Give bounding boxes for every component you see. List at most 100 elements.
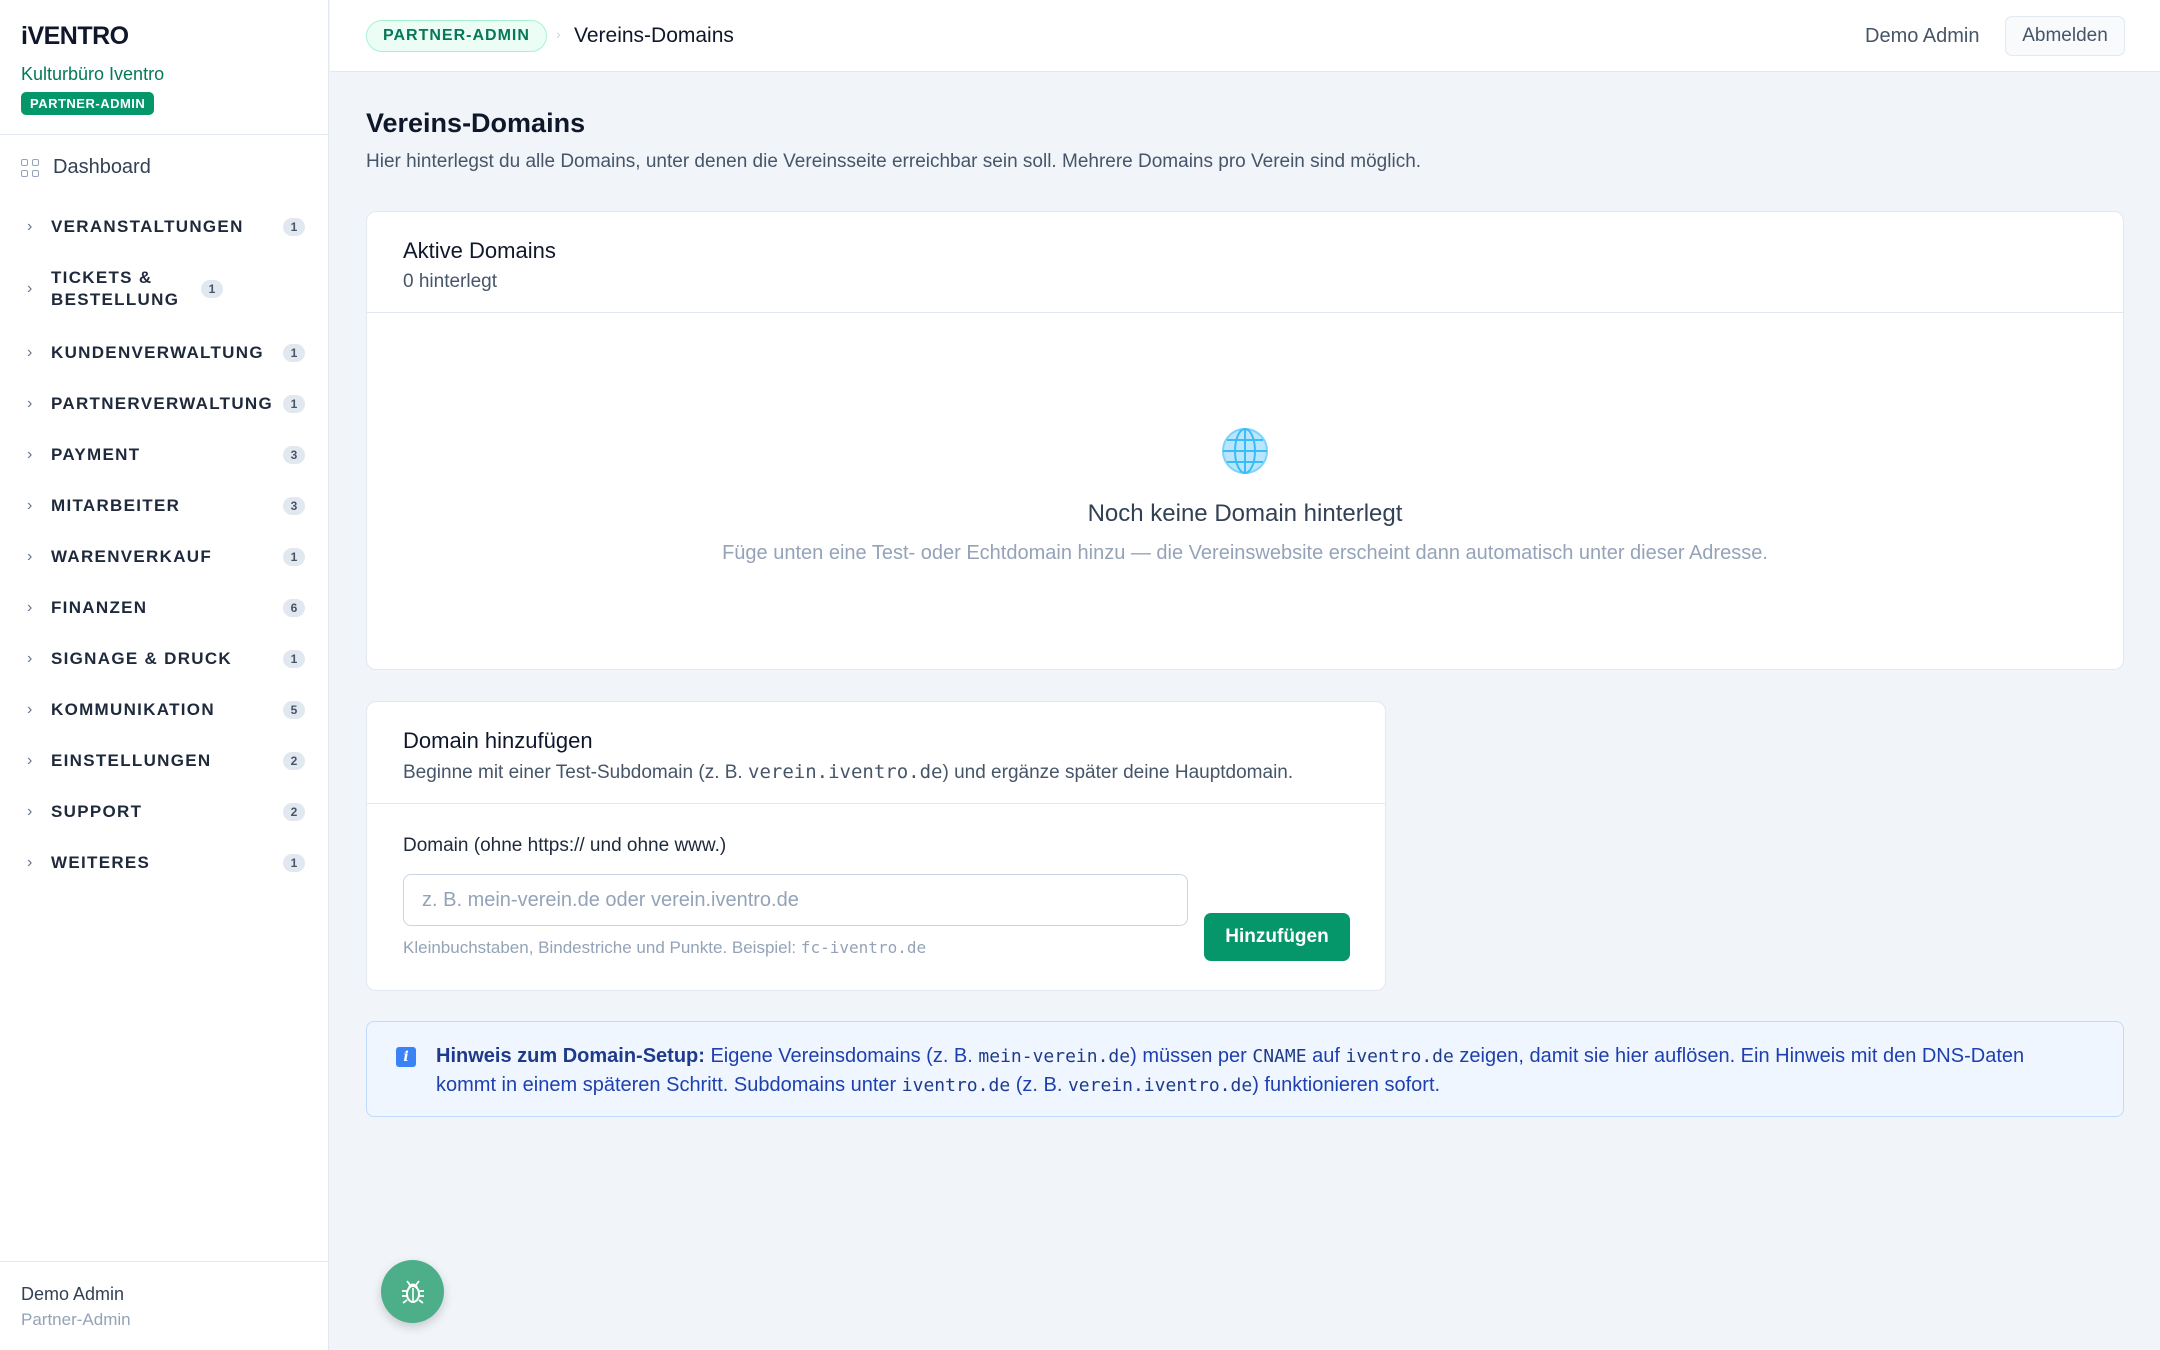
empty-state-title: Noch keine Domain hinterlegt bbox=[1087, 500, 1403, 527]
sidebar-item-payment[interactable]: › PAYMENT 3 bbox=[21, 444, 305, 466]
subtitle-text: ) und ergänze später deine Hauptdomain. bbox=[942, 762, 1294, 783]
chevron-right-icon: › bbox=[27, 218, 33, 235]
card-subtitle: Beginne mit einer Test-Subdomain (z. B. … bbox=[403, 760, 1349, 785]
count-badge: 2 bbox=[283, 803, 305, 821]
sidebar-item-label: MITARBEITER bbox=[51, 496, 181, 515]
count-badge: 3 bbox=[283, 497, 305, 515]
breadcrumb-title: Vereins-Domains bbox=[574, 24, 734, 47]
sidebar-item-signage-druck[interactable]: › SIGNAGE & DRUCK 1 bbox=[21, 648, 305, 670]
breadcrumb-separator: › bbox=[556, 26, 561, 42]
brand-logo[interactable]: iVENTRO bbox=[21, 22, 307, 50]
card-title: Aktive Domains bbox=[403, 238, 556, 263]
sidebar: iVENTRO Kulturbüro Iventro PARTNER-ADMIN… bbox=[0, 0, 329, 1350]
domain-help-text: Kleinbuchstaben, Bindestriche und Punkte… bbox=[403, 938, 926, 958]
sidebar-item-label: VERANSTALTUNGEN bbox=[51, 217, 244, 236]
sidebar-item-finanzen[interactable]: › FINANZEN 6 bbox=[21, 597, 305, 619]
sidebar-item-label: KUNDENVERWALTUNG bbox=[51, 343, 264, 362]
subtitle-code: verein.iventro.de bbox=[748, 761, 943, 783]
page-title: Vereins-Domains bbox=[366, 108, 586, 138]
count-badge: 2 bbox=[283, 752, 305, 770]
notice-heading: Hinweis zum Domain-Setup: bbox=[436, 1045, 705, 1067]
sidebar-item-label: KOMMUNIKATION bbox=[51, 700, 215, 719]
sidebar-item-partnerverwaltung[interactable]: › PARTNERVERWALTUNG 1 bbox=[21, 393, 305, 415]
domain-setup-notice: i Hinweis zum Domain-Setup: Eigene Verei… bbox=[366, 1021, 2124, 1117]
sidebar-item-support[interactable]: › SUPPORT 2 bbox=[21, 801, 305, 823]
bug-report-button[interactable] bbox=[381, 1260, 444, 1323]
sidebar-item-weiteres[interactable]: › WEITERES 1 bbox=[21, 852, 305, 874]
sidebar-item-label: SUPPORT bbox=[51, 802, 143, 821]
add-domain-card: Domain hinzufügen Beginne mit einer Test… bbox=[366, 701, 1386, 991]
chevron-right-icon: › bbox=[27, 395, 33, 412]
count-badge: 1 bbox=[283, 650, 305, 668]
notice-text: (z. B. bbox=[1010, 1074, 1068, 1096]
add-domain-button[interactable]: Hinzufügen bbox=[1204, 913, 1350, 961]
help-code: fc-iventro.de bbox=[800, 938, 927, 957]
notice-text: ) funktionieren sofort. bbox=[1252, 1074, 1441, 1096]
sidebar-item-dashboard[interactable]: Dashboard bbox=[21, 156, 151, 179]
chevron-right-icon: › bbox=[27, 803, 33, 820]
count-badge: 6 bbox=[283, 599, 305, 617]
info-icon: i bbox=[396, 1047, 416, 1067]
count-badge: 1 bbox=[201, 280, 223, 298]
count-badge: 1 bbox=[283, 548, 305, 566]
chevron-right-icon: › bbox=[27, 280, 33, 297]
chevron-right-icon: › bbox=[27, 548, 33, 565]
sidebar-item-label: SIGNAGE & DRUCK bbox=[51, 649, 233, 668]
sidebar-item-kundenverwaltung[interactable]: › KUNDENVERWALTUNG 1 bbox=[21, 342, 305, 364]
user-role: Partner-Admin bbox=[21, 1310, 131, 1329]
count-badge: 1 bbox=[283, 218, 305, 236]
page-description: Hier hinterlegst du alle Domains, unter … bbox=[366, 151, 1422, 172]
sidebar-item-label: TICKETS & BESTELLUNG bbox=[51, 268, 180, 309]
sidebar-item-einstellungen[interactable]: › EINSTELLUNGEN 2 bbox=[21, 750, 305, 772]
sidebar-item-veranstaltungen[interactable]: › VERANSTALTUNGEN 1 bbox=[21, 216, 305, 238]
active-domains-card: Aktive Domains 0 hinterlegt Noch keine D… bbox=[366, 211, 2124, 670]
count-badge: 5 bbox=[283, 701, 305, 719]
chevron-right-icon: › bbox=[27, 650, 33, 667]
chevron-right-icon: › bbox=[27, 344, 33, 361]
chevron-right-icon: › bbox=[27, 854, 33, 871]
count-badge: 3 bbox=[283, 446, 305, 464]
subtitle-text: Beginne mit einer Test-Subdomain (z. B. bbox=[403, 762, 748, 783]
grid-icon bbox=[21, 158, 39, 177]
globe-icon bbox=[1222, 428, 1268, 474]
card-header: Domain hinzufügen Beginne mit einer Test… bbox=[367, 702, 1385, 804]
sidebar-item-label: PARTNERVERWALTUNG bbox=[51, 394, 274, 413]
chevron-right-icon: › bbox=[27, 599, 33, 616]
sidebar-user-footer: Demo Admin Partner-Admin bbox=[0, 1261, 329, 1350]
organization-name: Kulturbüro Iventro bbox=[21, 64, 165, 84]
sidebar-item-label: WARENVERKAUF bbox=[51, 547, 213, 566]
logout-button[interactable]: Abmelden bbox=[2005, 16, 2125, 56]
notice-text: auf bbox=[1306, 1045, 1346, 1067]
sidebar-item-kommunikation[interactable]: › KOMMUNIKATION 5 bbox=[21, 699, 305, 721]
sidebar-item-mitarbeiter[interactable]: › MITARBEITER 3 bbox=[21, 495, 305, 517]
count-badge: 1 bbox=[283, 395, 305, 413]
chevron-right-icon: › bbox=[27, 497, 33, 514]
help-text: Kleinbuchstaben, Bindestriche und Punkte… bbox=[403, 938, 801, 957]
count-badge: 1 bbox=[283, 854, 305, 872]
chevron-right-icon: › bbox=[27, 446, 33, 463]
brand-block: iVENTRO Kulturbüro Iventro PARTNER-ADMIN bbox=[0, 0, 328, 135]
chevron-right-icon: › bbox=[27, 701, 33, 718]
chevron-right-icon: › bbox=[27, 752, 33, 769]
notice-code: verein.iventro.de bbox=[1067, 1075, 1253, 1096]
notice-text: Eigene Vereinsdomains (z. B. bbox=[704, 1045, 979, 1067]
user-name: Demo Admin bbox=[21, 1284, 125, 1304]
role-badge: PARTNER-ADMIN bbox=[21, 92, 155, 115]
notice-text: ) müssen per bbox=[1130, 1045, 1253, 1067]
card-header: Aktive Domains 0 hinterlegt bbox=[367, 212, 2123, 313]
sidebar-item-warenverkauf[interactable]: › WARENVERKAUF 1 bbox=[21, 546, 305, 568]
sidebar-item-label: Dashboard bbox=[53, 156, 151, 178]
notice-code: mein-verein.de bbox=[978, 1046, 1131, 1067]
domain-field-label: Domain (ohne https:// und ohne www.) bbox=[403, 835, 727, 856]
current-user: Demo Admin bbox=[1865, 25, 1980, 47]
notice-code: iventro.de bbox=[1345, 1046, 1454, 1067]
sidebar-item-label: WEITERES bbox=[51, 853, 151, 872]
card-title: Domain hinzufügen bbox=[403, 728, 593, 753]
domain-count: 0 hinterlegt bbox=[403, 271, 498, 292]
count-badge: 1 bbox=[283, 344, 305, 362]
notice-code: CNAME bbox=[1252, 1046, 1307, 1067]
role-pill: PARTNER-ADMIN bbox=[366, 20, 547, 52]
sidebar-item-tickets-bestellung[interactable]: › TICKETS & BESTELLUNG 1 bbox=[21, 267, 305, 311]
domain-input[interactable] bbox=[403, 874, 1188, 926]
sidebar-item-label: EINSTELLUNGEN bbox=[51, 751, 212, 770]
